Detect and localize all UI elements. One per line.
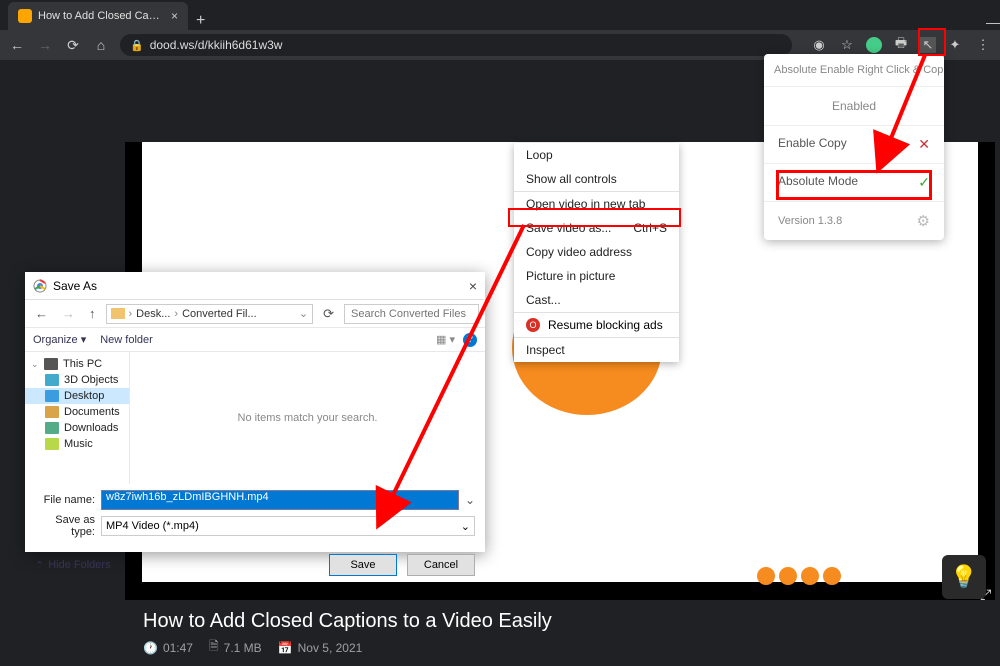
filetype-select[interactable]: MP4 Video (*.mp4)⌄ bbox=[101, 516, 475, 536]
ext-version: Version 1.3.8 bbox=[778, 215, 842, 227]
clock-icon: 🕐 bbox=[143, 641, 158, 655]
extension-icons: ◉ ☆ 🖶 ↖ ✦ ⋮ bbox=[810, 36, 992, 54]
gear-icon[interactable]: ⚙ bbox=[917, 212, 930, 230]
organize-button[interactable]: Organize ▾ bbox=[33, 333, 86, 346]
ctx-inspect[interactable]: Inspect bbox=[514, 338, 679, 362]
video-context-menu: Loop Show all controls Open video in new… bbox=[514, 143, 679, 362]
nav-up-icon[interactable]: ↑ bbox=[85, 306, 100, 321]
tab-title: How to Add Closed Captions to bbox=[38, 10, 165, 22]
empty-text: No items match your search. bbox=[238, 412, 378, 424]
chevron-down-icon[interactable]: ⌄ bbox=[299, 307, 308, 320]
filename-dropdown-icon[interactable]: ⌄ bbox=[465, 493, 475, 507]
bc-folder[interactable]: Converted Fil... bbox=[182, 308, 257, 320]
puzzle-icon[interactable]: ✦ bbox=[946, 36, 964, 54]
filename-label: File name: bbox=[35, 494, 95, 506]
lightbulb-button[interactable]: 💡 bbox=[942, 555, 986, 599]
menu-icon[interactable]: ⋮ bbox=[974, 36, 992, 54]
dialog-title: Save As bbox=[53, 279, 97, 293]
nav-back-icon[interactable]: ← bbox=[31, 306, 52, 321]
chrome-logo-icon bbox=[33, 279, 47, 293]
ctx-show-controls[interactable]: Show all controls bbox=[514, 167, 679, 191]
file-icon: 🗎 bbox=[209, 637, 219, 658]
tree-desktop[interactable]: Desktop bbox=[25, 388, 129, 404]
tree-documents[interactable]: Documents bbox=[25, 404, 129, 420]
video-title: How to Add Closed Captions to a Video Ea… bbox=[143, 610, 977, 633]
ext-status: Enabled bbox=[764, 87, 944, 126]
extension-popup: Absolute Enable Right Click & Cop Enable… bbox=[764, 54, 944, 240]
ctx-copy-address[interactable]: Copy video address bbox=[514, 240, 679, 264]
duration-text: 01:47 bbox=[163, 641, 193, 655]
filename-input[interactable]: w8z7iwh16b_zLDmIBGHNH.mp4 bbox=[101, 490, 459, 510]
calendar-icon: 📅 bbox=[278, 641, 293, 655]
star-icon[interactable]: ☆ bbox=[838, 36, 856, 54]
save-button[interactable]: Save bbox=[329, 554, 397, 576]
adblock-icon: O bbox=[526, 318, 540, 332]
folder-tree: ⌄This PC 3D Objects Desktop Documents Do… bbox=[25, 352, 130, 484]
ctx-save-video-as[interactable]: Save video as...Ctrl+S bbox=[514, 216, 679, 240]
folder-icon bbox=[111, 308, 125, 319]
save-as-dialog: Save As × ← → ↑ › Desk... › Converted Fi… bbox=[25, 272, 485, 552]
dialog-toolbar: Organize ▾ New folder ▦ ▾ ? bbox=[25, 328, 485, 352]
tab-bar: How to Add Closed Captions to × + — bbox=[0, 0, 1000, 30]
chevron-up-icon: ⌃ bbox=[35, 559, 44, 572]
print-icon[interactable]: 🖶 bbox=[892, 36, 910, 54]
refresh-icon[interactable]: ⟳ bbox=[319, 306, 338, 322]
new-tab-button[interactable]: + bbox=[196, 12, 205, 30]
nav-fwd-icon[interactable]: → bbox=[58, 306, 79, 321]
favicon bbox=[18, 9, 32, 23]
cancel-button[interactable]: Cancel bbox=[407, 554, 475, 576]
view-icon[interactable]: ▦ ▾ bbox=[436, 333, 455, 346]
new-folder-button[interactable]: New folder bbox=[100, 334, 153, 346]
dialog-nav: ← → ↑ › Desk... › Converted Fil... ⌄ ⟳ bbox=[25, 300, 485, 328]
video-dots bbox=[757, 567, 841, 585]
tree-this-pc[interactable]: ⌄This PC bbox=[25, 356, 129, 372]
back-icon[interactable]: ← bbox=[8, 37, 26, 53]
filetype-label: Save as type: bbox=[35, 514, 95, 538]
home-icon[interactable]: ⌂ bbox=[92, 37, 110, 53]
lock-icon: 🔒 bbox=[130, 39, 144, 52]
dialog-close-icon[interactable]: × bbox=[469, 278, 477, 294]
help-icon[interactable]: ? bbox=[463, 333, 477, 347]
browser-tab[interactable]: How to Add Closed Captions to × bbox=[8, 2, 188, 30]
ctx-cast[interactable]: Cast... bbox=[514, 288, 679, 312]
close-tab-icon[interactable]: × bbox=[171, 9, 178, 23]
size-text: 7.1 MB bbox=[224, 641, 262, 655]
ctx-pip[interactable]: Picture in picture bbox=[514, 264, 679, 288]
ctx-open-new-tab[interactable]: Open video in new tab bbox=[514, 192, 679, 216]
check-icon: ✓ bbox=[918, 174, 930, 191]
ext-green-icon[interactable] bbox=[866, 37, 882, 53]
url-box[interactable]: 🔒 dood.ws/d/kkiih6d61w3w bbox=[120, 34, 792, 56]
file-pane: No items match your search. bbox=[130, 352, 485, 484]
ext-absolute-mode[interactable]: Absolute Mode ✓ bbox=[764, 164, 944, 202]
video-meta: How to Add Closed Captions to a Video Ea… bbox=[125, 602, 995, 666]
ext-enable-copy[interactable]: Enable Copy ✕ bbox=[764, 126, 944, 164]
dialog-titlebar: Save As × bbox=[25, 272, 485, 300]
bc-desk[interactable]: Desk... bbox=[136, 308, 170, 320]
ext-header: Absolute Enable Right Click & Cop bbox=[764, 54, 944, 87]
minimize-icon[interactable]: — bbox=[986, 14, 1000, 30]
ctx-loop[interactable]: Loop bbox=[514, 143, 679, 167]
eye-off-icon[interactable]: ◉ bbox=[810, 36, 828, 54]
forward-icon[interactable]: → bbox=[36, 37, 54, 53]
hide-folders-link[interactable]: ⌃Hide Folders bbox=[35, 559, 111, 572]
tree-music[interactable]: Music bbox=[25, 436, 129, 452]
date-text: Nov 5, 2021 bbox=[298, 641, 363, 655]
annotation-box-cursor-ext bbox=[918, 28, 946, 56]
breadcrumb[interactable]: › Desk... › Converted Fil... ⌄ bbox=[106, 304, 314, 324]
ctx-resume-blocking[interactable]: OResume blocking ads bbox=[514, 313, 679, 337]
reload-icon[interactable]: ⟳ bbox=[64, 37, 82, 54]
search-input[interactable] bbox=[344, 304, 479, 324]
x-icon: ✕ bbox=[918, 136, 930, 153]
tree-downloads[interactable]: Downloads bbox=[25, 420, 129, 436]
tree-3d-objects[interactable]: 3D Objects bbox=[25, 372, 129, 388]
ext-footer: Version 1.3.8 ⚙ bbox=[764, 202, 944, 240]
url-text: dood.ws/d/kkiih6d61w3w bbox=[150, 38, 283, 52]
